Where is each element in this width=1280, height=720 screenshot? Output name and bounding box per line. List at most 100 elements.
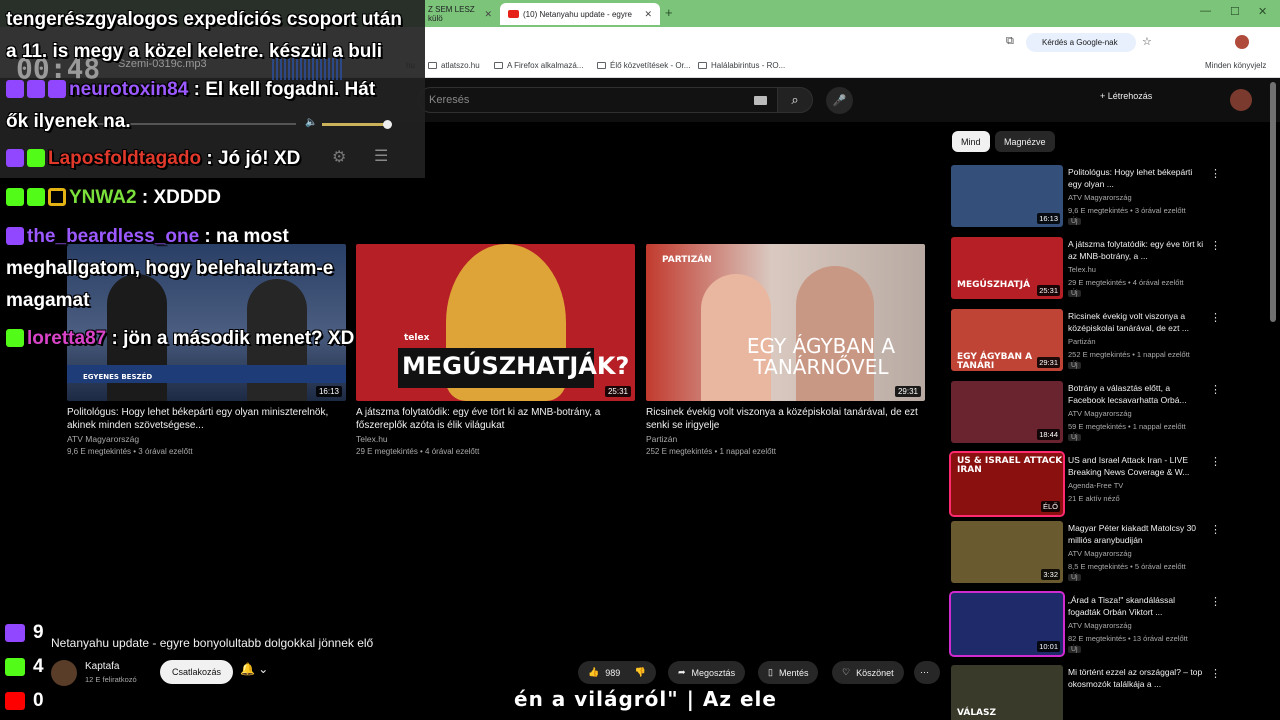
- video-thumbnail[interactable]: 16:13: [951, 165, 1063, 227]
- chat-text: : XDDDD: [141, 187, 222, 208]
- chip-all[interactable]: Mind: [952, 131, 990, 152]
- chip-watched[interactable]: Magnézve: [995, 131, 1055, 152]
- video-title[interactable]: US and Israel Attack Iran - LIVE Breakin…: [1068, 454, 1208, 478]
- video-thumbnail[interactable]: telex MEGÚSZHATJÁK? 25:31: [356, 244, 635, 401]
- maximize-icon[interactable]: ☐: [1230, 5, 1240, 18]
- channel-name[interactable]: ATV Magyarország: [67, 434, 346, 444]
- search-input[interactable]: Keresés: [418, 87, 778, 113]
- new-tab-icon[interactable]: +: [665, 5, 673, 20]
- volume-handle[interactable]: [383, 120, 392, 129]
- channel-name[interactable]: ATV Magyarország: [1068, 621, 1132, 630]
- video-title[interactable]: Mi történt ezzel az országgal? – top oko…: [1068, 666, 1208, 690]
- thumbs-down-icon[interactable]: 👎: [635, 667, 646, 678]
- video-title[interactable]: Magyar Péter kiakadt Matolcsy 30 milliós…: [1068, 522, 1208, 546]
- video-title[interactable]: Politológus: Hogy lehet békepárti egy ol…: [1068, 166, 1208, 190]
- video-thumbnail[interactable]: PARTIZÁN EGY ÁGYBAN A TANÁRNŐVEL 29:31: [646, 244, 925, 401]
- more-vert-icon[interactable]: ⋮: [1210, 239, 1221, 252]
- channel-name[interactable]: Telex.hu: [1068, 265, 1096, 274]
- channel-name[interactable]: ATV Magyarország: [1068, 549, 1132, 558]
- ask-google-label: Kérdés a Google-nak: [1042, 38, 1118, 47]
- channel-name[interactable]: Partizán: [646, 434, 925, 444]
- screen-share-icon[interactable]: ⧉: [1006, 35, 1014, 48]
- video-thumbnail[interactable]: 3:32: [951, 521, 1063, 583]
- chat-message: magamat: [6, 285, 89, 317]
- video-duration: ÉLŐ: [1040, 501, 1060, 512]
- browser-tab-active[interactable]: (10) Netanyahu update - egyre ✕: [500, 3, 660, 25]
- video-title[interactable]: A játszma folytatódik: egy éve tört ki a…: [1068, 238, 1208, 262]
- close-window-icon[interactable]: ✕: [1258, 5, 1267, 18]
- channel-avatar[interactable]: [51, 660, 77, 686]
- close-icon[interactable]: ✕: [484, 9, 492, 20]
- folder-icon: [597, 62, 606, 69]
- channel-name[interactable]: Telex.hu: [356, 434, 635, 444]
- ask-google-button[interactable]: Kérdés a Google-nak: [1026, 33, 1136, 52]
- chevron-down-icon: ⌄: [258, 662, 269, 676]
- voice-search-button[interactable]: 🎤: [826, 87, 853, 114]
- more-vert-icon[interactable]: ⋮: [1210, 383, 1221, 396]
- create-button[interactable]: + Létrehozás: [1100, 91, 1152, 101]
- endscreen-card[interactable]: telex MEGÚSZHATJÁK? 25:31 A játszma foly…: [356, 244, 635, 456]
- search-button[interactable]: ⌕: [777, 87, 813, 113]
- channel-name[interactable]: ATV Magyarország: [1068, 409, 1132, 418]
- channel-name[interactable]: Kaptafa: [85, 661, 119, 672]
- recommendation-item[interactable]: EGY ÁGYBAN A TANÁRI 29:31 Ricsinek évekig …: [951, 309, 1261, 373]
- join-button[interactable]: Csatlakozás: [160, 660, 233, 684]
- minimize-icon[interactable]: —: [1200, 5, 1211, 17]
- more-vert-icon[interactable]: ⋮: [1210, 455, 1221, 468]
- menu-icon[interactable]: ☰: [374, 146, 388, 166]
- recommendation-item[interactable]: 18:44 Botrány a választás előtt, a Facebo…: [951, 381, 1261, 445]
- keyboard-icon[interactable]: [754, 96, 767, 105]
- share-button[interactable]: ➦ Megosztás: [668, 661, 746, 684]
- video-title[interactable]: Ricsinek évekig volt viszonya a középisk…: [1068, 310, 1208, 334]
- notification-bell-button[interactable]: 🔔 ⌄: [240, 662, 268, 676]
- recommendation-item[interactable]: 16:13 Politológus: Hogy lehet békepárti e…: [951, 165, 1261, 229]
- browser-tab[interactable]: Z SEM LESZ külö ✕: [420, 3, 500, 25]
- recommendation-item[interactable]: VÁLASZ Mi történt ezzel az országgal? – t…: [951, 665, 1261, 720]
- video-thumbnail[interactable]: 10:01: [949, 591, 1065, 657]
- recommendation-item[interactable]: US & ISRAEL ATTACK IRAN ÉLŐ US and Israel …: [949, 451, 1261, 517]
- video-meta: 252 E megtekintés • 1 nappal ezelőtt: [1068, 350, 1190, 359]
- bookmark-item[interactable]: Élő közvetítések - Or...: [597, 61, 690, 70]
- video-meta: 29 E megtekintés • 4 órával ezelőtt: [356, 447, 480, 456]
- tab-label: (10) Netanyahu update - egyre: [523, 9, 632, 19]
- video-title[interactable]: Botrány a választás előtt, a Facebook le…: [1068, 382, 1208, 406]
- thanks-button[interactable]: ♡ Köszönet: [832, 661, 904, 684]
- video-title[interactable]: Politológus: Hogy lehet békepárti egy ol…: [67, 406, 346, 432]
- video-title[interactable]: A játszma folytatódik: egy éve tört ki a…: [356, 406, 635, 432]
- close-icon[interactable]: ✕: [644, 9, 652, 20]
- all-bookmarks[interactable]: Minden könyvjelz: [1205, 61, 1266, 70]
- bookmark-star-icon[interactable]: ☆: [1142, 35, 1152, 48]
- more-actions-button[interactable]: ⋯: [914, 661, 940, 684]
- more-vert-icon[interactable]: ⋮: [1210, 167, 1221, 180]
- gear-icon[interactable]: ⚙: [332, 147, 346, 167]
- account-avatar[interactable]: [1230, 89, 1252, 111]
- video-thumbnail[interactable]: EGY ÁGYBAN A TANÁRI 29:31: [951, 309, 1063, 371]
- more-vert-icon[interactable]: ⋮: [1210, 667, 1221, 680]
- save-button[interactable]: ▯ Mentés: [758, 661, 819, 684]
- channel-name[interactable]: Partizán: [1068, 337, 1096, 346]
- recommendation-item[interactable]: MEGÚSZHATJÁ 25:31 A játszma folytatódik: e…: [951, 237, 1261, 301]
- bookmark-item[interactable]: A Firefox alkalmazá...: [494, 61, 583, 70]
- scrollbar[interactable]: [1270, 82, 1276, 322]
- twitch-badge-icon: [6, 149, 24, 167]
- channel-name[interactable]: Agenda-Free TV: [1068, 481, 1123, 490]
- video-thumbnail[interactable]: 18:44: [951, 381, 1063, 443]
- recommendation-item[interactable]: 10:01 „Árad a Tisza!" skandálással fogadt…: [949, 591, 1261, 657]
- volume-icon[interactable]: 🔈: [305, 117, 317, 128]
- video-title[interactable]: Ricsinek évekig volt viszonya a középisk…: [646, 406, 925, 432]
- bookmark-item[interactable]: atlatszo.hu: [428, 61, 480, 70]
- more-vert-icon[interactable]: ⋮: [1210, 595, 1221, 608]
- recommendation-item[interactable]: 3:32 Magyar Péter kiakadt Matolcsy 30 mil…: [951, 521, 1261, 585]
- bookmark-item[interactable]: Halálabirintus - RO...: [698, 61, 785, 70]
- more-vert-icon[interactable]: ⋮: [1210, 311, 1221, 324]
- video-title[interactable]: „Árad a Tisza!" skandálással fogadták Or…: [1068, 594, 1208, 618]
- channel-name[interactable]: ATV Magyarország: [1068, 193, 1132, 202]
- video-thumbnail[interactable]: VÁLASZ: [951, 665, 1063, 720]
- video-thumbnail[interactable]: US & ISRAEL ATTACK IRAN ÉLŐ: [949, 451, 1065, 517]
- volume-slider[interactable]: [322, 123, 388, 126]
- video-thumbnail[interactable]: MEGÚSZHATJÁ 25:31: [951, 237, 1063, 299]
- endscreen-card[interactable]: PARTIZÁN EGY ÁGYBAN A TANÁRNŐVEL 29:31 R…: [646, 244, 925, 456]
- more-vert-icon[interactable]: ⋮: [1210, 523, 1221, 536]
- browser-profile-avatar[interactable]: [1235, 35, 1249, 49]
- like-dislike-button[interactable]: 👍 989 👎: [578, 661, 656, 684]
